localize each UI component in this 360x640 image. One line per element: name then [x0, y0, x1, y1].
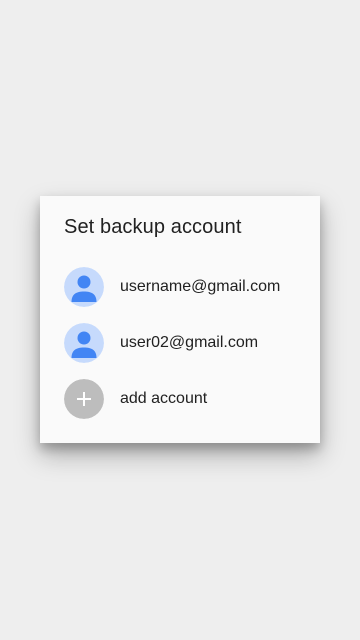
- account-avatar-icon: [64, 323, 104, 363]
- add-account-item[interactable]: add account: [40, 371, 320, 427]
- account-email: username@gmail.com: [120, 278, 281, 295]
- backup-account-dialog: Set backup account username@gmail.com us…: [40, 196, 320, 443]
- account-list: username@gmail.com user02@gmail.com add …: [40, 259, 320, 427]
- account-email: user02@gmail.com: [120, 334, 259, 351]
- add-icon: [64, 379, 104, 419]
- account-item-username[interactable]: username@gmail.com: [40, 259, 320, 315]
- account-avatar-icon: [64, 267, 104, 307]
- add-account-label: add account: [120, 390, 208, 407]
- account-item-user02[interactable]: user02@gmail.com: [40, 315, 320, 371]
- dialog-title: Set backup account: [64, 216, 242, 238]
